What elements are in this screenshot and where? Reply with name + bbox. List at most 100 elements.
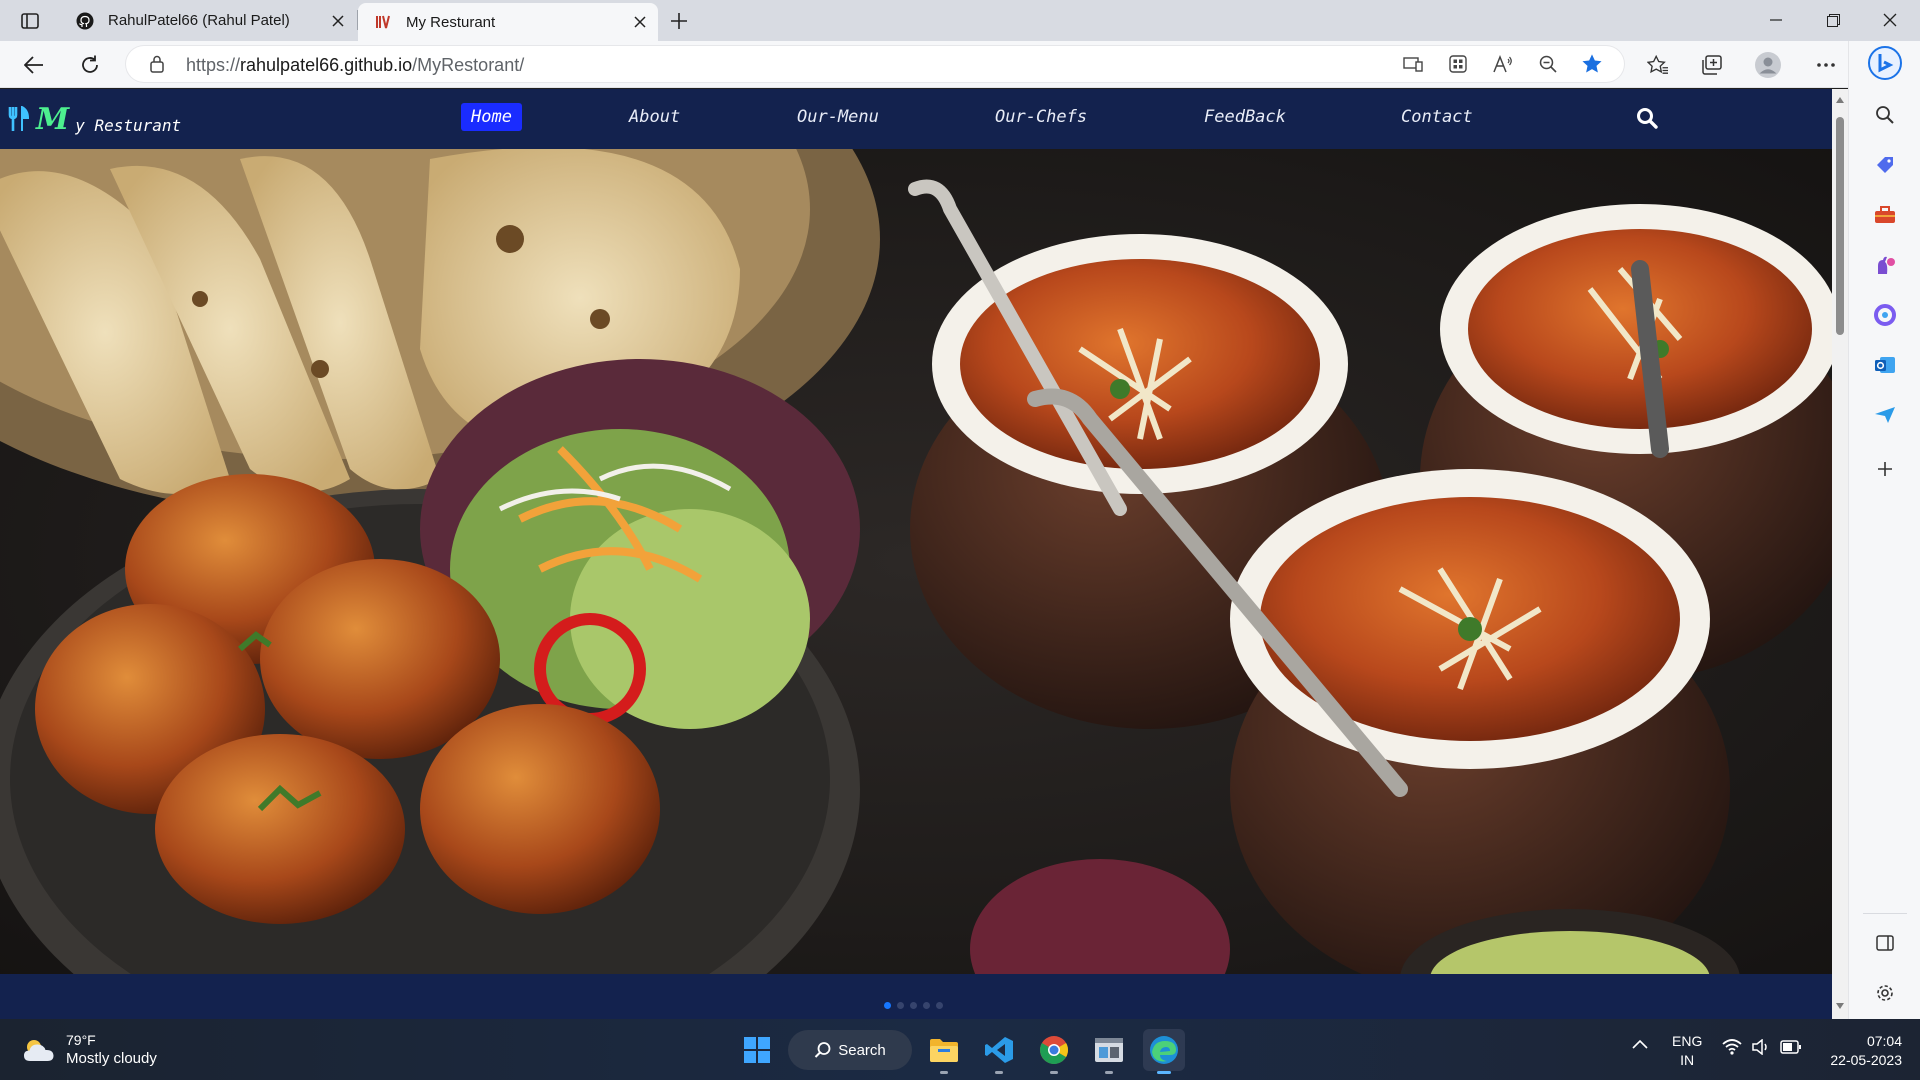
bing-chat-button[interactable] (1867, 45, 1903, 81)
clock-date: 22-05-2023 (1830, 1052, 1902, 1068)
tab-github[interactable]: RahulPatel66 (Rahul Patel) (60, 0, 358, 41)
collections-button[interactable] (1694, 49, 1730, 81)
sidebar-office-button[interactable] (1873, 303, 1897, 327)
outlook-icon (1875, 357, 1895, 373)
more-dots-icon (1817, 63, 1835, 67)
url-host: rahulpatel66.github.io (240, 55, 413, 75)
close-icon (634, 16, 646, 28)
back-button[interactable] (16, 49, 52, 81)
speaker-icon (1752, 1039, 1767, 1055)
tab-my-resturant[interactable]: My Resturant (358, 3, 658, 41)
favorites-icon (1647, 55, 1668, 74)
nav-contact[interactable]: Contact (1401, 107, 1473, 127)
taskbar-edge[interactable] (1143, 1029, 1185, 1074)
wifi-icon (1722, 1039, 1742, 1055)
taskbar-search-label: Search (838, 1041, 886, 1059)
address-bar[interactable]: https://rahulpatel66.github.io/MyRestora… (126, 46, 1624, 82)
github-icon (76, 12, 94, 29)
nav-search-button[interactable] (1636, 107, 1658, 129)
language-code: ENG (1672, 1033, 1703, 1049)
restore-button[interactable] (1813, 4, 1853, 36)
system-clock[interactable]: 07:04 22-05-2023 (1822, 1032, 1902, 1070)
lock-icon (150, 55, 164, 73)
nav-our-menu[interactable]: Our-Menu (797, 107, 879, 127)
restaurant-logo-icon (376, 15, 390, 29)
toolbox-icon (1875, 206, 1895, 223)
minimize-button[interactable] (1756, 4, 1796, 36)
chevron-up-icon (1632, 1039, 1648, 1049)
start-button[interactable] (736, 1029, 778, 1071)
app-available-icon (1403, 57, 1423, 72)
collections-icon (1702, 55, 1722, 75)
food-photo (0, 149, 1832, 974)
taskbar-search-button[interactable]: Search (788, 1030, 912, 1070)
web-page: M y Resturant Home About Our-Menu Our-Ch… (0, 89, 1832, 1019)
tab-close-button[interactable] (622, 4, 658, 40)
taskbar-file-explorer[interactable] (923, 1029, 965, 1074)
minimize-icon (1770, 19, 1782, 21)
carousel-dot[interactable] (936, 1002, 943, 1009)
system-tray-icons[interactable] (1722, 1039, 1802, 1055)
star-filled-icon (1582, 54, 1602, 73)
language-indicator[interactable]: ENG IN (1672, 1032, 1702, 1070)
read-aloud-button[interactable] (1488, 50, 1518, 78)
app-available-button[interactable] (1398, 50, 1428, 78)
taskbar-chrome[interactable] (1033, 1029, 1075, 1074)
sidebar-outlook-button[interactable] (1873, 353, 1897, 377)
refresh-button[interactable] (72, 49, 108, 81)
tray-overflow-button[interactable] (1632, 1039, 1648, 1049)
tab-close-button[interactable] (320, 3, 356, 39)
favorites-button[interactable] (1640, 49, 1676, 81)
sidebar-add-button[interactable] (1873, 457, 1897, 481)
running-indicator (995, 1071, 1003, 1074)
tab-actions-icon (21, 13, 39, 29)
carousel-dot[interactable] (923, 1002, 930, 1009)
close-icon (1883, 13, 1897, 27)
address-toolbar: https://rahulpatel66.github.io/MyRestora… (0, 41, 1920, 88)
carousel-dot[interactable] (884, 1002, 891, 1009)
tab-actions-button[interactable] (14, 6, 46, 36)
grid-icon (1449, 55, 1467, 73)
brand-logo-link[interactable]: M y Resturant (8, 97, 181, 141)
close-window-button[interactable] (1870, 4, 1910, 36)
zoom-button[interactable] (1533, 50, 1563, 78)
sidebar-shopping-button[interactable] (1873, 153, 1897, 177)
running-indicator (940, 1071, 948, 1074)
page-scrollbar[interactable] (1832, 89, 1848, 1019)
chrome-icon (1040, 1036, 1068, 1064)
sidebar-tools-button[interactable] (1873, 203, 1897, 227)
nav-home[interactable]: Home (461, 103, 522, 131)
windows-start-icon (744, 1037, 770, 1063)
sidebar-panel-icon (1876, 935, 1894, 951)
taskbar-app-generic[interactable] (1088, 1029, 1130, 1074)
tab-title: RahulPatel66 (Rahul Patel) (108, 12, 290, 29)
nav-about[interactable]: About (629, 107, 680, 127)
nav-our-chefs[interactable]: Our-Chefs (995, 107, 1087, 127)
refresh-icon (82, 55, 98, 73)
hide-sidebar-button[interactable] (1873, 931, 1897, 955)
sidebar-divider (1863, 913, 1907, 914)
url-path: /MyRestorant/ (412, 55, 525, 75)
settings-more-button[interactable] (1808, 49, 1844, 81)
restore-icon (1826, 13, 1840, 27)
tag-icon (1877, 157, 1893, 173)
nav-feedback[interactable]: FeedBack (1204, 107, 1286, 127)
sidebar-search-button[interactable] (1873, 103, 1897, 127)
profile-button[interactable] (1750, 47, 1786, 83)
sidebar-settings-button[interactable] (1873, 981, 1897, 1005)
carousel-dot[interactable] (910, 1002, 917, 1009)
window-app-icon (1095, 1038, 1123, 1062)
carousel-indicators (884, 1002, 943, 1009)
gear-icon (1877, 985, 1893, 1001)
sidebar-games-button[interactable] (1873, 253, 1897, 277)
search-icon (1876, 106, 1894, 124)
new-tab-button[interactable] (662, 6, 696, 36)
taskbar-vscode[interactable] (978, 1029, 1020, 1074)
carousel-dot[interactable] (897, 1002, 904, 1009)
weather-widget[interactable]: 79°F Mostly cloudy (22, 1031, 157, 1068)
favorite-star-button[interactable] (1577, 49, 1607, 79)
sidebar-drop-button[interactable] (1873, 403, 1897, 427)
zoom-out-icon (1539, 55, 1557, 73)
extensions-grid-button[interactable] (1443, 50, 1473, 78)
scrollbar-thumb[interactable] (1836, 117, 1844, 335)
